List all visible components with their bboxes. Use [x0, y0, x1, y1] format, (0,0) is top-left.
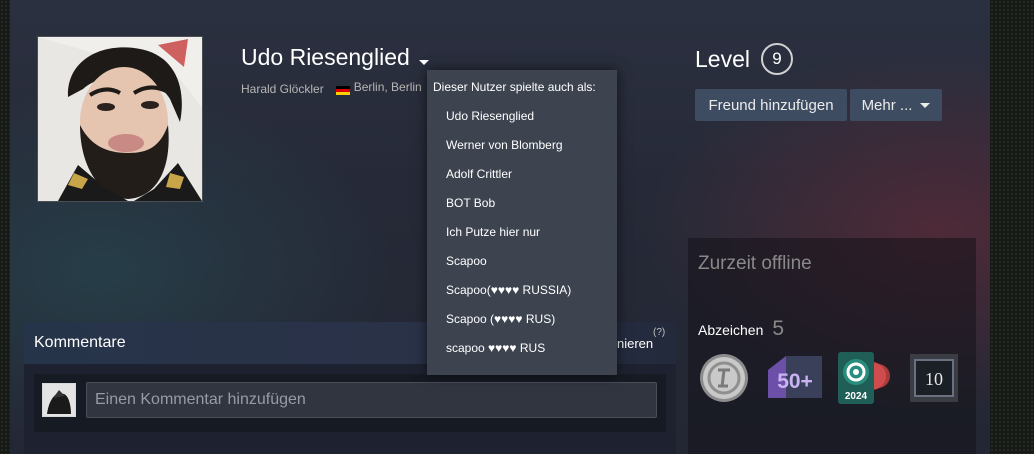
avatar-image — [38, 37, 202, 201]
level-label: Level — [695, 45, 750, 72]
alias-item[interactable]: Scapoo(♥♥♥♥ RUSSIA) — [446, 283, 571, 297]
help-icon[interactable]: (?) — [653, 327, 665, 338]
fifty-plus-badge-text: 50+ — [777, 370, 813, 393]
persona-name-row: Udo Riesenglied — [241, 44, 429, 71]
alias-dropdown-header: Dieser Nutzer spielte auch als: — [433, 80, 596, 94]
alias-item[interactable]: Werner von Blomberg — [446, 138, 563, 152]
badges-count[interactable]: 5 — [772, 317, 784, 341]
comment-input[interactable] — [86, 382, 657, 418]
alias-item[interactable]: scapoo ♥♥♥♥ RUS — [446, 341, 545, 355]
badges-header[interactable]: Abzeichen 5 — [698, 317, 784, 341]
location-text: Berlin, Berlin — [353, 80, 422, 94]
profile-avatar[interactable] — [37, 36, 203, 202]
steam-2024-badge-text: 2024 — [845, 391, 868, 402]
alias-item[interactable]: Udo Riesenglied — [446, 109, 534, 123]
status-panel: Zurzeit offline Abzeichen 5 50+ 2024 10 — [688, 238, 976, 454]
chevron-down-icon — [920, 102, 931, 108]
comment-entry-area — [34, 374, 666, 432]
add-friend-button[interactable]: Freund hinzufügen — [695, 89, 847, 121]
alias-item[interactable]: BOT Bob — [446, 196, 495, 210]
comments-subscribe-link[interactable]: nieren — [617, 336, 653, 351]
comments-title: Kommentare — [34, 334, 126, 351]
level-row: Level 9 — [695, 43, 793, 75]
steam-2024-badge-icon[interactable]: 2024 — [836, 350, 892, 406]
alias-item[interactable]: Adolf Crittler — [446, 167, 512, 181]
years-of-service-badge-icon[interactable]: 10 — [906, 350, 962, 406]
alias-item[interactable]: Scapoo (♥♥♥♥ RUS) — [446, 312, 555, 326]
persona-name: Udo Riesenglied — [241, 44, 410, 70]
more-label: Mehr ... — [861, 96, 913, 114]
germany-flag-icon — [335, 86, 350, 95]
location: Berlin, Berlin — [335, 80, 424, 97]
alias-dropdown-toggle[interactable] — [418, 60, 429, 65]
badges-label[interactable]: Abzeichen — [698, 322, 763, 338]
silver-coin-badge-icon[interactable] — [696, 350, 752, 406]
more-button[interactable]: Mehr ... — [850, 89, 942, 121]
alias-dropdown: Dieser Nutzer spielte auch als: Udo Ries… — [427, 70, 617, 375]
level-badge[interactable]: 9 — [760, 43, 793, 75]
right-background-pattern — [990, 0, 1034, 454]
alias-item[interactable]: Scapoo — [446, 254, 487, 268]
years-of-service-badge-text: 10 — [925, 369, 943, 389]
add-friend-label: Freund hinzufügen — [708, 96, 834, 114]
fifty-plus-badge-icon[interactable]: 50+ — [766, 350, 822, 406]
alias-item[interactable]: Ich Putze hier nur — [446, 225, 540, 239]
online-status: Zurzeit offline — [698, 253, 812, 274]
real-name: Harald Glöckler — [241, 81, 324, 96]
commenter-avatar[interactable] — [42, 383, 76, 417]
real-name-row: Harald Glöckler Berlin, Berlin — [241, 80, 424, 97]
